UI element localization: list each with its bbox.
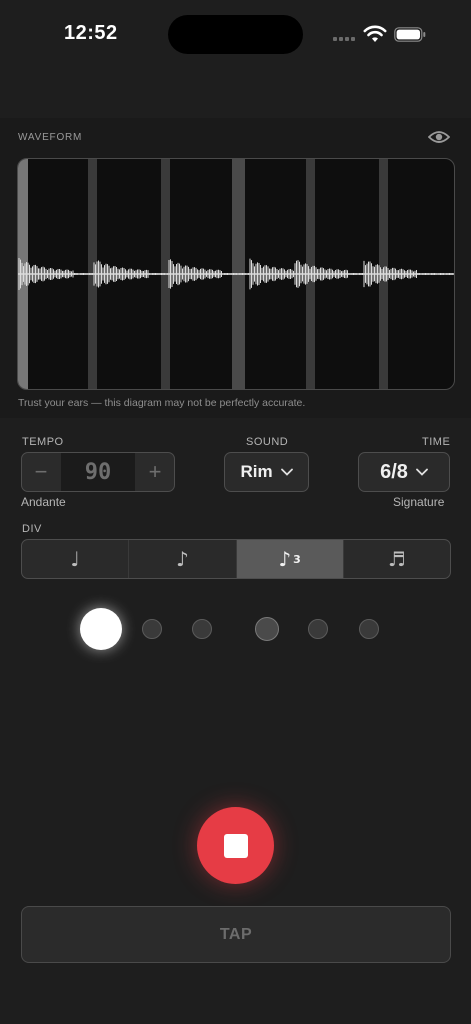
wifi-icon	[363, 25, 387, 42]
battery-icon	[394, 27, 426, 42]
tempo-stepper: − 90 +	[21, 452, 175, 492]
tempo-decrement-button[interactable]: −	[22, 453, 60, 491]
division-option[interactable]: ♬	[344, 540, 450, 578]
stop-button[interactable]	[197, 807, 274, 884]
beat-dot	[308, 619, 328, 639]
stop-icon	[223, 833, 248, 858]
beat-dot	[359, 619, 379, 639]
note-symbol: ♪	[278, 547, 292, 571]
time-signature-caption: Signature	[393, 495, 445, 509]
tempo-value[interactable]: 90	[61, 453, 135, 491]
tuplet-number: 3	[293, 552, 301, 566]
time-signature-value: 6/8	[380, 460, 408, 483]
waveform-disclaimer: Trust your ears — this diagram may not b…	[18, 397, 306, 409]
note-symbol: ♩	[70, 547, 80, 571]
division-option[interactable]: ♩	[22, 540, 130, 578]
chevron-down-icon	[416, 468, 428, 476]
division-option[interactable]: ♪	[129, 540, 237, 578]
waveform-graphic	[18, 159, 454, 389]
time-signature-dropdown[interactable]: 6/8	[358, 452, 450, 492]
beat-dot	[80, 608, 122, 650]
beat-dot	[192, 619, 212, 639]
sound-label: SOUND	[246, 436, 289, 448]
status-bar: 12:52	[0, 0, 471, 70]
time-label: TIME	[422, 436, 451, 448]
waveform-label: WAVEFORM	[18, 132, 83, 143]
status-time: 12:52	[64, 22, 118, 44]
beat-dot	[255, 617, 279, 641]
tempo-label: TEMPO	[22, 436, 64, 448]
note-symbol: ♪	[175, 547, 189, 571]
chevron-down-icon	[280, 468, 293, 476]
tempo-marking: Andante	[21, 495, 66, 509]
sound-value: Rim	[240, 462, 273, 481]
tap-tempo-button[interactable]: TAP	[21, 906, 451, 963]
sound-dropdown[interactable]: Rim	[224, 452, 309, 492]
beat-dot	[142, 619, 162, 639]
waveform-panel: WAVEFORM Trust your ears — this diagram …	[0, 118, 471, 418]
tempo-increment-button[interactable]: +	[136, 453, 174, 491]
eye-icon[interactable]	[428, 128, 450, 146]
division-selector: ♩ ♪ ♪ 3 ♬	[21, 539, 451, 579]
cellular-signal-icon	[333, 37, 355, 41]
dynamic-island	[168, 15, 303, 54]
division-option[interactable]: ♪ 3	[236, 540, 344, 578]
waveform-display	[17, 158, 455, 390]
division-label: DIV	[22, 523, 42, 535]
note-symbol: ♬	[387, 547, 406, 571]
